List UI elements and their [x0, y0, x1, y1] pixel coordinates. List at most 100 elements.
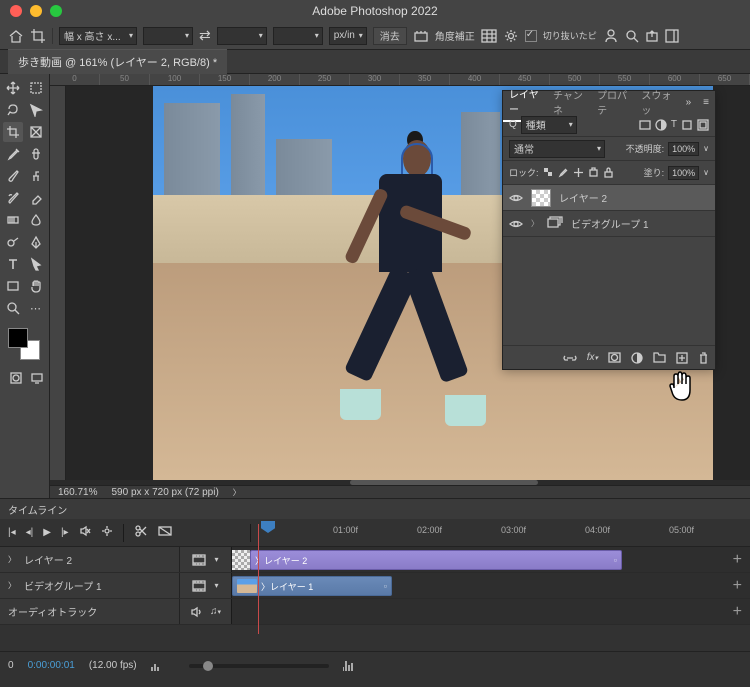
audio-mute-icon[interactable] [190, 606, 202, 618]
zoom-in-icon[interactable] [343, 661, 353, 671]
track-content[interactable]: 〉レイヤー 2▫ + [232, 547, 750, 572]
edit-toolbar[interactable]: ⋯ [26, 298, 46, 318]
marquee-tool[interactable] [26, 78, 46, 98]
add-media-button[interactable]: + [733, 551, 742, 569]
track-label[interactable]: 〉レイヤー 2 [0, 547, 180, 572]
filter-pixel-icon[interactable] [639, 119, 651, 131]
zoom-level[interactable]: 160.71% [58, 487, 97, 498]
brush-tool[interactable] [3, 166, 23, 186]
layer-name[interactable]: レイヤー 2 [559, 190, 607, 205]
add-media-button[interactable]: + [733, 603, 742, 621]
layer-fx-icon[interactable]: fx▾ [587, 352, 598, 363]
track-content[interactable]: 〉レイヤー 1▫ + [232, 573, 750, 598]
lasso-tool[interactable] [3, 100, 23, 120]
track-label[interactable]: オーディオトラック [0, 599, 180, 624]
adjustment-layer-icon[interactable] [631, 352, 643, 364]
timeline-zoom-slider[interactable] [189, 664, 329, 668]
track-menu-icon[interactable]: ▾ [214, 555, 218, 564]
search-icon[interactable] [625, 29, 639, 43]
resolution-field[interactable] [273, 27, 323, 45]
settings-gear-icon[interactable] [503, 28, 519, 44]
ratio-preset-dropdown[interactable]: 幅 x 高さ x... [59, 27, 137, 45]
clear-button[interactable]: 消去 [373, 27, 407, 45]
go-to-first-frame-button[interactable]: |◂ [8, 527, 16, 538]
track-label[interactable]: 〉ビデオグループ 1 [0, 573, 180, 598]
filter-type-icon[interactable]: T [671, 119, 677, 130]
document-tab[interactable]: 歩き動画 @ 161% (レイヤー 2, RGB/8) * [8, 49, 227, 74]
hand-tool[interactable] [26, 276, 46, 296]
lock-artboard-icon[interactable] [588, 167, 599, 178]
layer-item[interactable]: レイヤー 2 [503, 185, 715, 211]
layer-name[interactable]: ビデオグループ 1 [571, 216, 649, 231]
contentaware-checkbox[interactable] [525, 30, 537, 42]
move-tool[interactable] [3, 78, 23, 98]
track-media-icon[interactable] [192, 580, 206, 592]
frame-tool[interactable] [26, 122, 46, 142]
playhead[interactable] [261, 521, 275, 541]
timeline-ruler[interactable]: 01:00f 02:00f 03:00f 04:00f 05:00f [261, 519, 742, 546]
straighten-icon[interactable] [413, 29, 429, 43]
next-frame-button[interactable]: |▸ [61, 527, 69, 538]
track-content[interactable]: + [232, 599, 750, 624]
lock-position-icon[interactable] [573, 167, 584, 178]
unit-dropdown[interactable]: px/in [329, 27, 367, 45]
music-note-icon[interactable]: ♫▾ [210, 606, 221, 617]
pen-tool[interactable] [26, 232, 46, 252]
opacity-field[interactable]: 100% [668, 142, 699, 156]
window-minimize-button[interactable] [30, 5, 42, 17]
link-layers-icon[interactable] [563, 353, 577, 363]
gradient-tool[interactable] [3, 210, 23, 230]
zoom-tool[interactable] [3, 298, 23, 318]
screen-mode-icon[interactable] [28, 368, 47, 388]
split-clip-button[interactable] [134, 524, 148, 541]
quick-mask-icon[interactable] [7, 368, 26, 388]
horizontal-scrollbar[interactable] [50, 480, 750, 486]
layer-filter-dropdown[interactable]: 種類 [521, 116, 577, 134]
delete-layer-icon[interactable] [698, 352, 709, 364]
visibility-icon[interactable] [509, 219, 523, 229]
layer-group-icon[interactable] [653, 352, 666, 363]
path-select-tool[interactable] [26, 254, 46, 274]
user-icon[interactable] [603, 28, 619, 44]
window-close-button[interactable] [10, 5, 22, 17]
home-icon[interactable] [8, 29, 24, 43]
foreground-color-swatch[interactable] [8, 328, 28, 348]
eyedropper-tool[interactable] [3, 144, 23, 164]
transition-button[interactable] [158, 525, 172, 540]
crop-tool-icon[interactable] [30, 28, 46, 44]
layer-item[interactable]: 〉 ビデオグループ 1 [503, 211, 715, 237]
track-menu-icon[interactable]: ▾ [214, 581, 218, 590]
healing-tool[interactable] [26, 144, 46, 164]
selection-tool[interactable] [26, 100, 46, 120]
color-swatches[interactable] [8, 328, 40, 360]
video-clip[interactable]: 〉レイヤー 2▫ [250, 550, 622, 570]
track-media-icon[interactable] [192, 554, 206, 566]
swap-icon[interactable]: ⇄ [199, 27, 211, 44]
type-tool[interactable] [3, 254, 23, 274]
mute-button[interactable] [79, 525, 91, 540]
eraser-tool[interactable] [26, 188, 46, 208]
filter-adjust-icon[interactable] [655, 119, 667, 131]
height-field[interactable] [217, 27, 267, 45]
video-clip[interactable]: 〉レイヤー 1▫ [232, 576, 392, 596]
grid-overlay-icon[interactable] [481, 29, 497, 43]
dodge-tool[interactable] [3, 232, 23, 252]
width-field[interactable] [143, 27, 193, 45]
lock-all-icon[interactable] [603, 167, 614, 178]
filter-smart-icon[interactable] [697, 119, 709, 131]
panel-menu-icon[interactable]: ≡ [697, 97, 715, 108]
add-media-button[interactable]: + [733, 577, 742, 595]
layer-mask-icon[interactable] [608, 352, 621, 363]
blur-tool[interactable] [26, 210, 46, 230]
zoom-out-icon[interactable] [151, 661, 161, 671]
lock-transparency-icon[interactable] [543, 167, 554, 178]
fill-field[interactable]: 100% [668, 166, 699, 180]
timeline-settings-button[interactable] [101, 525, 113, 540]
filter-shape-icon[interactable] [681, 119, 693, 131]
visibility-icon[interactable] [509, 193, 523, 203]
play-button[interactable]: ▶ [43, 527, 51, 538]
panel-overflow-icon[interactable]: » [680, 97, 698, 108]
history-brush-tool[interactable] [3, 188, 23, 208]
share-icon[interactable] [645, 29, 659, 43]
prev-frame-button[interactable]: ◂| [26, 527, 34, 538]
